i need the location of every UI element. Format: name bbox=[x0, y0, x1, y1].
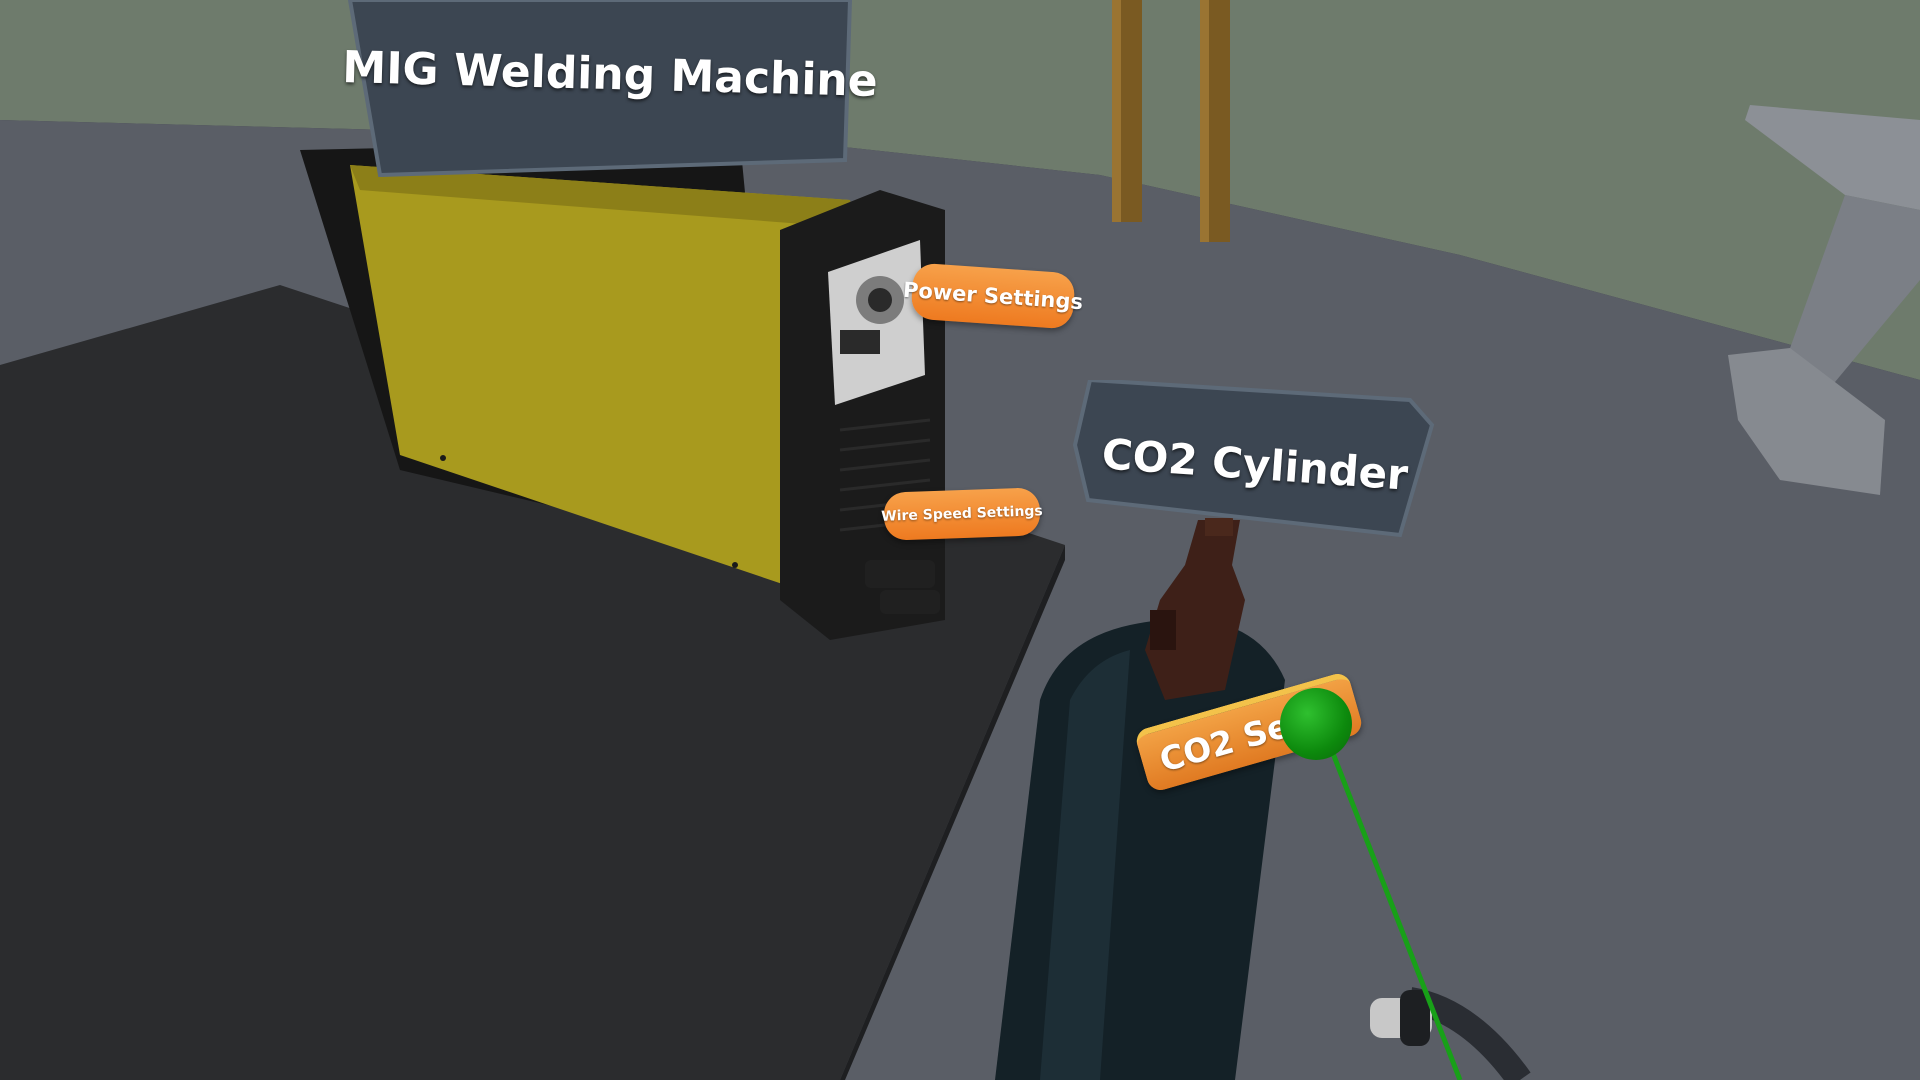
controller-pointer-icon[interactable] bbox=[1280, 688, 1352, 760]
power-settings-button[interactable]: Power Settings bbox=[902, 262, 1084, 330]
wire-speed-settings-button[interactable]: Wire Speed Settings bbox=[881, 487, 1043, 541]
vr-scene: MIG Welding Machine CO2 Cylinder Power S… bbox=[0, 0, 1920, 1080]
panel-switch bbox=[840, 330, 880, 354]
machine-label-text: MIG Welding Machine bbox=[341, 41, 879, 107]
output-connector-2 bbox=[880, 590, 940, 614]
output-connector-1 bbox=[865, 560, 935, 588]
scene-backdrop bbox=[0, 0, 1920, 1080]
